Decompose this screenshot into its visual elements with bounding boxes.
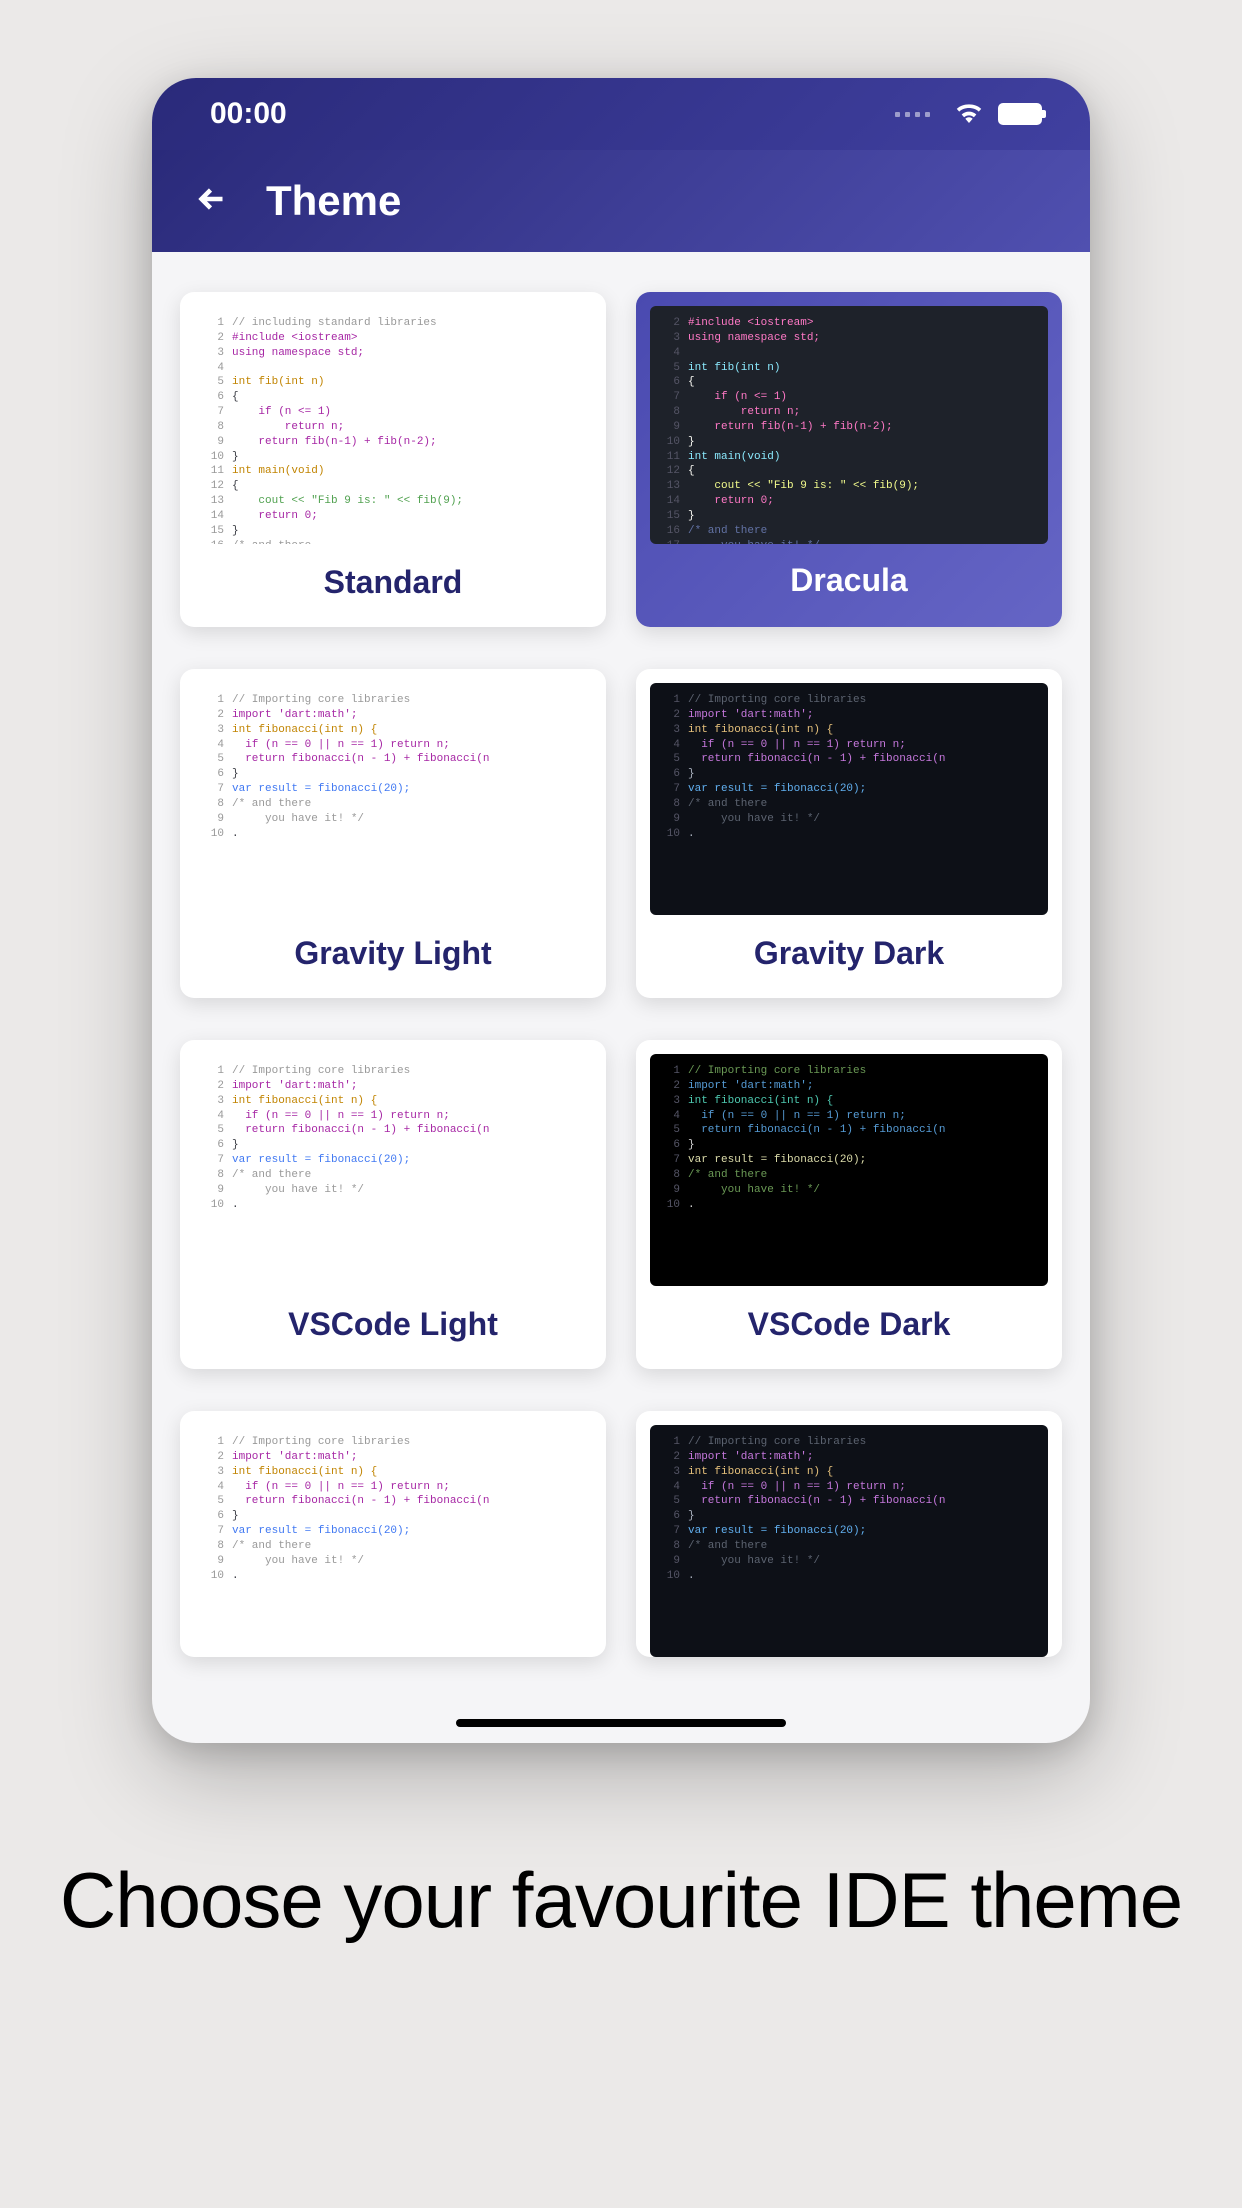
- theme-card-vscode-light[interactable]: 1// Importing core libraries 2import 'da…: [180, 1040, 606, 1369]
- theme-card-partial-8[interactable]: 1// Importing core libraries 2import 'da…: [636, 1411, 1062, 1657]
- theme-card-vscode-dark[interactable]: 1// Importing core libraries 2import 'da…: [636, 1040, 1062, 1369]
- code-preview: 1// Importing core libraries 2import 'da…: [194, 683, 592, 915]
- theme-label: Dracula: [636, 544, 1062, 623]
- code-preview: 1// including standard libraries 2#inclu…: [194, 306, 592, 544]
- theme-scroll-area[interactable]: 1// including standard libraries 2#inclu…: [152, 252, 1090, 1743]
- pager-dots: [895, 112, 930, 117]
- header-bar: Theme: [152, 150, 1090, 252]
- wifi-icon: [954, 101, 984, 128]
- back-arrow-icon[interactable]: [194, 181, 230, 222]
- phone-frame: 00:00 Theme 1// including standard libra…: [152, 78, 1090, 1743]
- theme-label: VSCode Light: [180, 1286, 606, 1369]
- status-bar: 00:00: [152, 78, 1090, 150]
- theme-label: Standard: [180, 544, 606, 627]
- theme-card-gravity-light[interactable]: 1// Importing core libraries 2import 'da…: [180, 669, 606, 998]
- theme-grid: 1// including standard libraries 2#inclu…: [180, 292, 1062, 1657]
- status-time: 00:00: [210, 97, 287, 131]
- code-preview: 1// Importing core libraries 2import 'da…: [650, 1425, 1048, 1657]
- code-preview: 2#include <iostream> 3using namespace st…: [650, 306, 1048, 544]
- theme-card-gravity-dark[interactable]: 1// Importing core libraries 2import 'da…: [636, 669, 1062, 998]
- battery-icon: [998, 103, 1042, 125]
- code-preview: 1// Importing core libraries 2import 'da…: [194, 1425, 592, 1657]
- marketing-caption: Choose your favourite IDE theme: [0, 1850, 1242, 1951]
- code-preview: 1// Importing core libraries 2import 'da…: [650, 683, 1048, 915]
- theme-card-partial-7[interactable]: 1// Importing core libraries 2import 'da…: [180, 1411, 606, 1657]
- home-indicator[interactable]: [456, 1719, 786, 1727]
- theme-card-dracula[interactable]: 2#include <iostream> 3using namespace st…: [636, 292, 1062, 627]
- theme-card-standard[interactable]: 1// including standard libraries 2#inclu…: [180, 292, 606, 627]
- theme-label: Gravity Dark: [636, 915, 1062, 998]
- theme-label: VSCode Dark: [636, 1286, 1062, 1369]
- page-title: Theme: [266, 177, 401, 225]
- code-preview: 1// Importing core libraries 2import 'da…: [194, 1054, 592, 1286]
- code-preview: 1// Importing core libraries 2import 'da…: [650, 1054, 1048, 1286]
- theme-label: Gravity Light: [180, 915, 606, 998]
- status-icons: [895, 101, 1042, 128]
